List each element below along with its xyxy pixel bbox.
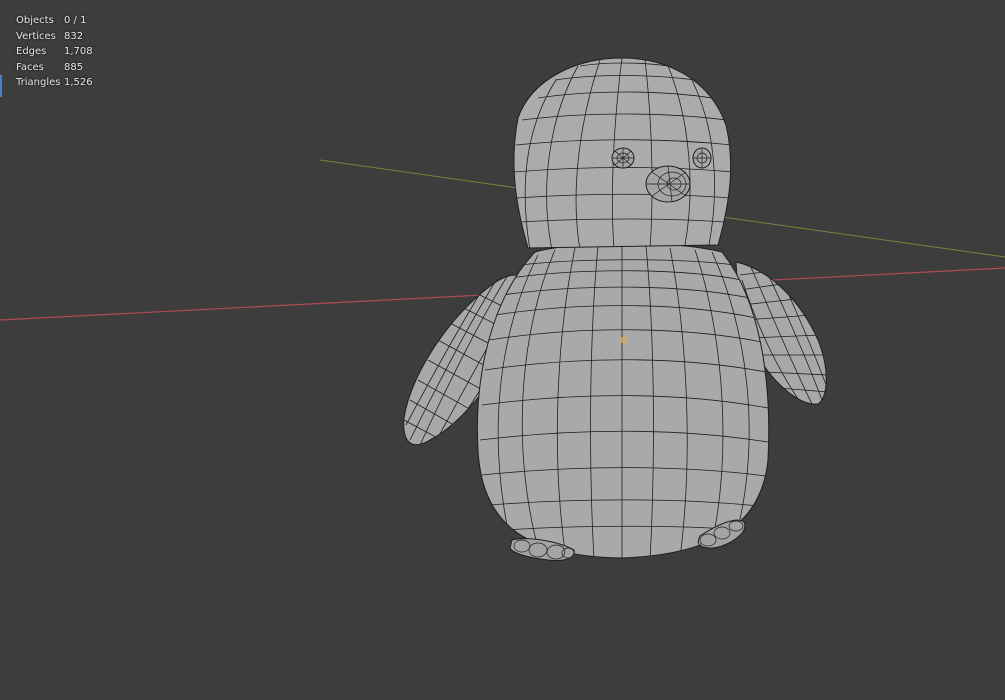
stat-label: Vertices <box>16 30 56 42</box>
stat-value: 1,708 <box>64 46 93 58</box>
stat-value: 885 <box>64 61 84 73</box>
beak <box>645 165 691 203</box>
penguin-mesh[interactable] <box>0 0 1005 700</box>
penguin-body <box>476 242 770 559</box>
stat-triangles: Triangles 1,526 <box>16 75 93 91</box>
right-eye <box>692 147 712 169</box>
stat-label: Edges <box>16 46 47 58</box>
left-eye <box>611 147 635 169</box>
stat-label: Faces <box>16 61 44 73</box>
stat-label: Triangles <box>16 77 61 89</box>
stat-value: 0 / 1 <box>64 15 87 26</box>
stat-label: Objects <box>16 15 54 26</box>
stat-edges: Edges 1,708 <box>16 44 93 60</box>
stat-objects: Objects 0 / 1 <box>16 13 93 29</box>
stat-faces: Faces 885 <box>16 60 93 76</box>
scene-statistics: Objects 0 / 1 Vertices 832 Edges 1,708 F… <box>0 13 93 91</box>
3d-viewport[interactable]: Objects 0 / 1 Vertices 832 Edges 1,708 F… <box>0 0 1005 700</box>
stat-value: 1,526 <box>64 77 93 89</box>
stat-value: 832 <box>64 30 84 42</box>
stat-vertices: Vertices 832 <box>16 29 93 45</box>
